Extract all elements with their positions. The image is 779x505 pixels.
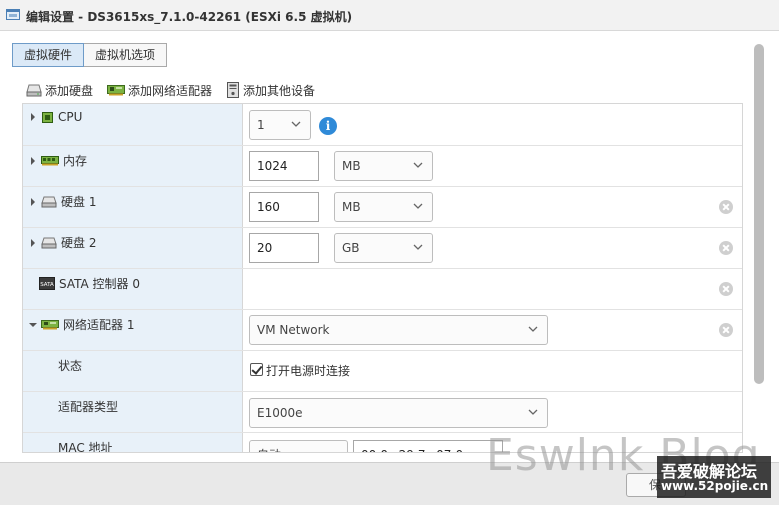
disk1-label-cell: 硬盘 1: [23, 187, 243, 227]
chevron-down-icon: [528, 326, 538, 332]
hardware-grid: CPU 1 i 内存 1024 MB 硬盘 1 160 MB 硬盘 2 20 G…: [22, 103, 743, 453]
chevron-down-icon: [291, 121, 301, 127]
memory-size-input[interactable]: 1024: [249, 151, 319, 181]
hard-disk-icon: [26, 84, 42, 97]
remove-disk1-icon[interactable]: [719, 200, 733, 214]
hard-disk-icon: [41, 196, 57, 207]
connect-at-power-on-checkbox[interactable]: [250, 363, 263, 376]
tab-virtual-hardware[interactable]: 虚拟硬件: [12, 43, 85, 67]
disk1-unit-select[interactable]: MB: [334, 192, 433, 222]
info-icon[interactable]: i: [319, 117, 337, 135]
status-label-cell: 状态: [23, 351, 243, 391]
disk1-unit-value: MB: [342, 200, 361, 214]
remove-sata-icon[interactable]: [719, 282, 733, 296]
adapter-type-label-cell: 适配器类型: [23, 392, 243, 432]
vertical-scrollbar[interactable]: [754, 44, 764, 384]
sata-label: SATA 控制器 0: [59, 277, 140, 291]
status-label: 状态: [58, 359, 83, 373]
device-toolbar: 添加硬盘 添加网络适配器 添加其他设备: [26, 81, 329, 99]
sata-label-cell: SATA SATA 控制器 0: [23, 269, 243, 309]
other-device-icon: [227, 82, 240, 98]
add-disk-button[interactable]: 添加硬盘: [26, 82, 93, 99]
window-titlebar: 编辑设置 - DS3615xs_7.1.0-42261 (ESXi 6.5 虚拟…: [0, 0, 779, 31]
cpu-count-value: 1: [257, 118, 265, 132]
expand-caret-icon[interactable]: [27, 111, 39, 123]
disk1-size-input[interactable]: 160: [249, 192, 319, 222]
adapter-type-label: 适配器类型: [58, 400, 119, 414]
expand-caret-icon[interactable]: [27, 237, 39, 249]
disk1-row: 硬盘 1 160 MB: [23, 187, 742, 228]
vm-edit-icon: [6, 9, 20, 20]
add-nic-button[interactable]: 添加网络适配器: [107, 82, 212, 99]
tab-bar: 虚拟硬件 虚拟机选项: [12, 43, 168, 67]
expand-caret-icon[interactable]: [27, 155, 39, 167]
adapter-type-value: E1000e: [257, 406, 303, 420]
sata-controller-icon: SATA: [39, 277, 55, 290]
disk2-unit-value: GB: [342, 241, 360, 255]
nic1-status-row: 状态 打开电源时连接: [23, 351, 742, 392]
window-title: 编辑设置 - DS3615xs_7.1.0-42261 (ESXi 6.5 虚拟…: [26, 10, 353, 24]
memory-unit-value: MB: [342, 159, 361, 173]
disk2-label: 硬盘 2: [61, 236, 97, 250]
nic1-network-select[interactable]: VM Network: [249, 315, 548, 345]
cpu-label: CPU: [58, 110, 83, 124]
network-adapter-icon: [107, 85, 126, 96]
add-other-device-button[interactable]: 添加其他设备: [226, 82, 315, 99]
remove-disk2-icon[interactable]: [719, 241, 733, 255]
add-other-device-label: 添加其他设备: [243, 83, 316, 98]
collapse-caret-icon[interactable]: [27, 319, 39, 331]
add-disk-label: 添加硬盘: [45, 83, 94, 98]
expand-caret-icon[interactable]: [27, 196, 39, 208]
cpu-row: CPU 1 i: [23, 104, 742, 146]
cpu-icon: [42, 111, 53, 123]
memory-unit-select[interactable]: MB: [334, 151, 433, 181]
mac-mode-select[interactable]: 自动: [249, 440, 348, 452]
memory-label: 内存: [63, 154, 88, 168]
mac-address-label: MAC 地址: [58, 441, 113, 453]
tab-vm-options[interactable]: 虚拟机选项: [84, 43, 168, 67]
chevron-down-icon: [413, 203, 423, 209]
disk2-label-cell: 硬盘 2: [23, 228, 243, 268]
chevron-down-icon: [413, 162, 423, 168]
memory-label-cell: 内存: [23, 146, 243, 186]
memory-row: 内存 1024 MB: [23, 146, 742, 187]
sata-controller-row: SATA SATA 控制器 0: [23, 269, 742, 310]
disk1-label: 硬盘 1: [61, 195, 97, 209]
chevron-down-icon: [413, 244, 423, 250]
cpu-label-cell: CPU: [23, 104, 243, 145]
disk2-row: 硬盘 2 20 GB: [23, 228, 742, 269]
memory-icon: [41, 156, 59, 166]
svg-text:SATA: SATA: [40, 282, 54, 288]
forum-watermark: 吾爱破解论坛 www.52pojie.cn: [657, 456, 771, 498]
disk2-unit-select[interactable]: GB: [334, 233, 433, 263]
remove-nic1-icon[interactable]: [719, 323, 733, 337]
adapter-type-select[interactable]: E1000e: [249, 398, 548, 428]
nic1-label-cell: 网络适配器 1: [23, 310, 243, 350]
chevron-down-icon: [528, 409, 538, 415]
nic1-network-value: VM Network: [257, 323, 330, 337]
adapter-type-row: 适配器类型 E1000e: [23, 392, 742, 433]
connect-at-power-on-label[interactable]: 打开电源时连接: [266, 362, 350, 379]
cpu-count-select[interactable]: 1: [249, 110, 311, 140]
mac-mode-value: 自动: [257, 448, 281, 452]
mac-address-input[interactable]: 00:0c:29:7c:07:0e: [353, 440, 503, 452]
add-nic-label: 添加网络适配器: [128, 83, 213, 98]
hard-disk-icon: [41, 237, 57, 248]
nic1-row: 网络适配器 1 VM Network: [23, 310, 742, 351]
forum-watermark-url: www.52pojie.cn: [661, 479, 769, 493]
nic1-label: 网络适配器 1: [63, 318, 135, 332]
disk2-size-input[interactable]: 20: [249, 233, 319, 263]
network-adapter-icon: [41, 320, 59, 330]
mac-label-cell: MAC 地址: [23, 433, 243, 453]
